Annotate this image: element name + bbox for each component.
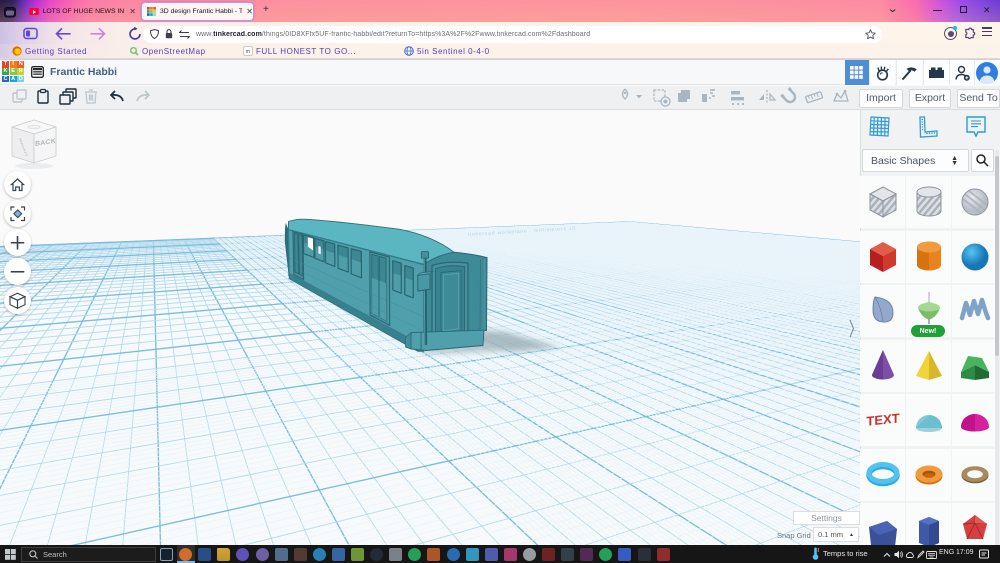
svg-text:TEXT: TEXT: [866, 410, 899, 428]
